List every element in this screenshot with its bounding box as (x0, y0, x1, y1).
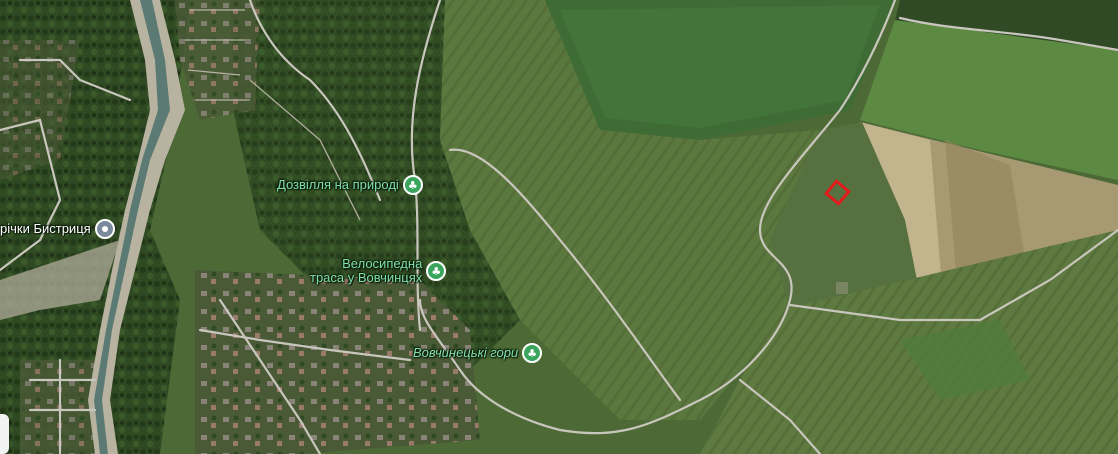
location-icon (94, 219, 115, 239)
poi-label: річки Бистриця (0, 221, 91, 236)
tree-icon: ♣ (426, 261, 447, 281)
poi-label: Вовчинецькі гори (413, 345, 519, 360)
poi-label: Дозвілля на природі (277, 177, 399, 192)
satellite-map[interactable]: річки Бистриця Дозвілля на природі ♣ Вел… (0, 0, 1118, 454)
tree-icon: ♣ (522, 343, 543, 363)
satellite-imagery (0, 0, 1118, 454)
poi-label: Велосипедна траса у Вовчинцях (310, 257, 422, 285)
poi-dozvillia[interactable]: Дозвілля на природі ♣ (277, 175, 423, 195)
poi-label-line1: Велосипедна (342, 256, 423, 271)
poi-river-bystrytsia[interactable]: річки Бистриця (0, 219, 115, 239)
poi-bike-trail[interactable]: Велосипедна траса у Вовчинцях ♣ (310, 257, 447, 285)
poi-label-line2: траса у Вовчинцях (310, 270, 423, 285)
tree-icon: ♣ (402, 175, 423, 195)
poi-vovchynetski-hory[interactable]: Вовчинецькі гори ♣ (413, 343, 543, 363)
side-panel-toggle[interactable] (0, 414, 9, 454)
